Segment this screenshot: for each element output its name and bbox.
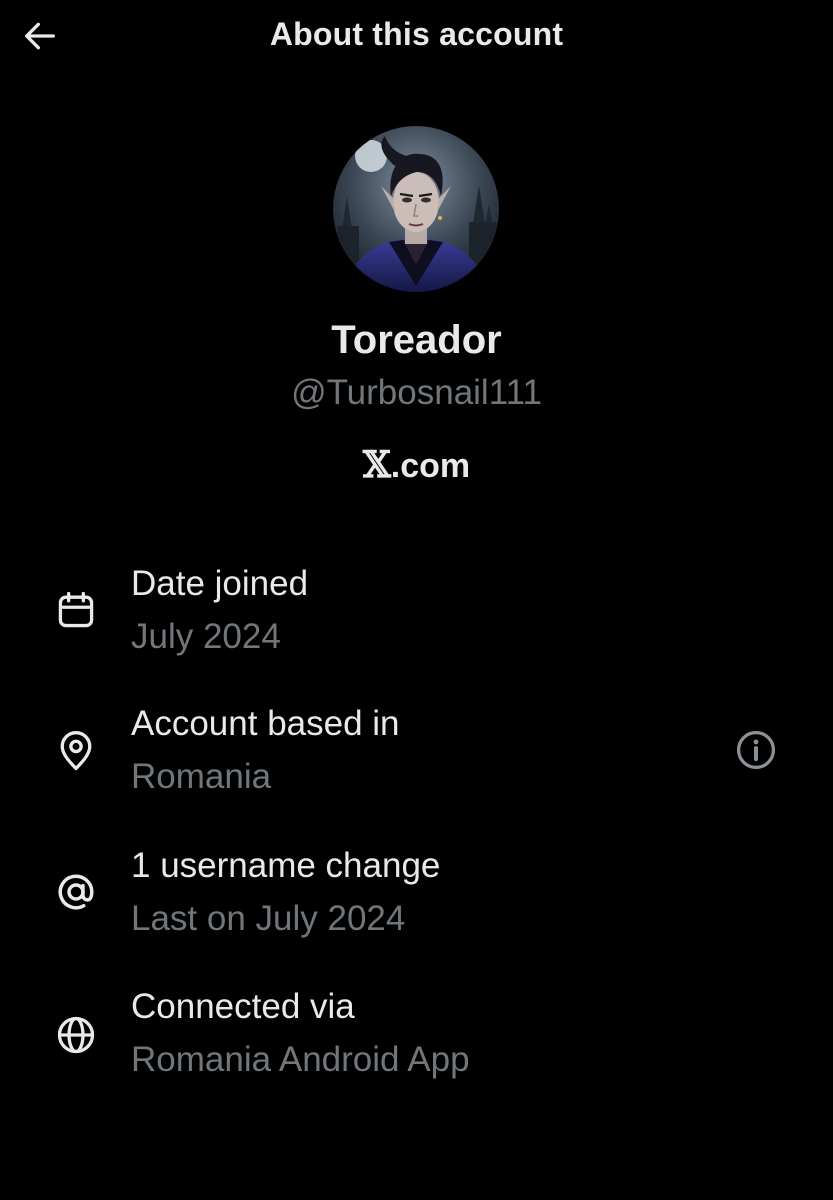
- location-pin-icon: [52, 727, 100, 775]
- row-subtitle: July 2024: [131, 617, 281, 656]
- row-subtitle: Romania: [131, 757, 272, 796]
- avatar[interactable]: [333, 126, 499, 292]
- info-row-account-based-in: Account based in Romania: [0, 700, 833, 810]
- globe-icon: [52, 1011, 100, 1059]
- x-logo-mark: 𝕏: [362, 444, 391, 486]
- info-row-connected-via: Connected via Romania Android App: [0, 983, 833, 1093]
- at-sign-icon: [52, 868, 100, 916]
- calendar-icon: [52, 586, 100, 634]
- info-row-date-joined: Date joined July 2024: [0, 560, 833, 670]
- page-title: About this account: [269, 16, 564, 52]
- row-title: Date joined: [131, 564, 309, 603]
- row-title: Connected via: [131, 987, 355, 1026]
- info-icon: [736, 730, 776, 770]
- display-name: Toreador: [331, 318, 502, 362]
- username-handle: @Turbosnail111: [291, 373, 542, 412]
- info-row-username-changes: 1 username change Last on July 2024: [0, 842, 833, 952]
- platform-label: 𝕏.com: [0, 444, 833, 486]
- row-subtitle: Last on July 2024: [131, 899, 406, 938]
- avatar-image: [333, 126, 499, 292]
- row-title: 1 username change: [131, 846, 441, 885]
- info-button[interactable]: [733, 727, 779, 773]
- platform-domain-suffix: .com: [390, 447, 471, 485]
- top-bar: About this account: [0, 0, 833, 72]
- row-subtitle: Romania Android App: [131, 1040, 470, 1079]
- row-title: Account based in: [131, 704, 400, 743]
